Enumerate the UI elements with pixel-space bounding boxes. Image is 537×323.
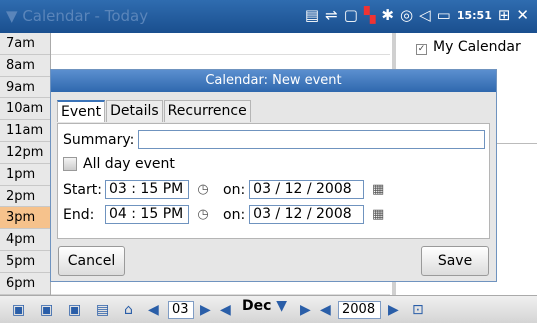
clock-icon[interactable]: ◷ xyxy=(195,182,211,198)
hour-label: 3pm xyxy=(0,207,50,230)
year-field[interactable]: 2008 xyxy=(338,301,381,319)
hour-label: 1pm xyxy=(0,164,50,186)
task-icon[interactable]: ▤ xyxy=(305,6,319,24)
start-on-label: on: xyxy=(223,181,246,198)
tab-recurrence[interactable]: Recurrence xyxy=(163,100,251,122)
end-label: End: xyxy=(63,206,95,223)
hour-column: 7am 8am 9am 10am 11am 12pm 1pm 2pm 3pm 4pm 5pm 6pm xyxy=(0,33,50,295)
window-title[interactable]: ▼ Calendar - Today xyxy=(6,7,148,25)
new-event-dialog: Calendar: New event Event Details Recurr… xyxy=(50,69,497,282)
start-row: Start: 03 : 15 PM ◷ on: 03 / 12 / 2008 ▦ xyxy=(63,180,392,199)
end-on-label: on: xyxy=(223,206,246,223)
hour-label: 11am xyxy=(0,120,50,142)
tab-bar: Event Details Recurrence xyxy=(57,100,252,122)
month-selector[interactable]: Dec ▼ xyxy=(242,298,287,314)
all-day-checkbox[interactable] xyxy=(63,157,77,171)
wifi-icon[interactable]: ◎ xyxy=(400,6,413,24)
checkbox-icon[interactable]: ✓ xyxy=(416,44,427,55)
close-icon[interactable]: ✕ xyxy=(516,6,529,24)
clock[interactable]: 15:51 xyxy=(457,9,492,22)
prev-year-icon[interactable]: ◀ xyxy=(320,302,331,318)
end-time-field[interactable]: 04 : 15 PM xyxy=(105,205,189,224)
summary-label: Summary: xyxy=(63,131,135,148)
status-icons: ▤ ⇌ ▢ ▚ ✱ ◎ ◁ ▭ 15:51 ⊞ ✕ xyxy=(305,6,529,24)
prev-month-icon[interactable]: ◀ xyxy=(220,302,231,318)
calendar-item-my-calendar[interactable]: ✓ My Calendar xyxy=(416,39,521,55)
start-date-field[interactable]: 03 / 12 / 2008 xyxy=(249,180,365,199)
all-day-label: All day event xyxy=(83,156,175,172)
event-panel: Summary: All day event Start: 03 : 15 PM… xyxy=(57,123,490,239)
bluetooth-icon[interactable]: ✱ xyxy=(381,6,394,24)
bottom-toolbar: ▣ ▣ ▣ ▤ ⌂ ◀ 03 ▶ ◀ Dec ▼ ▶ ◀ 2008 ▶ ⊡ xyxy=(0,295,537,323)
week-view-icon[interactable]: ▣ xyxy=(40,302,53,318)
clock-icon[interactable]: ◷ xyxy=(195,207,211,223)
hour-label: 2pm xyxy=(0,186,50,208)
calendar-label: My Calendar xyxy=(433,39,521,55)
summary-row: Summary: xyxy=(63,130,486,149)
hour-label: 5pm xyxy=(0,251,50,273)
status-bar: ▼ Calendar - Today ▤ ⇌ ▢ ▚ ✱ ◎ ◁ ▭ 15:51… xyxy=(0,0,537,33)
hour-slot[interactable] xyxy=(51,53,390,55)
end-date-field[interactable]: 03 / 12 / 2008 xyxy=(249,205,365,224)
tab-details[interactable]: Details xyxy=(106,100,163,122)
save-button[interactable]: Save xyxy=(421,246,489,276)
next-year-icon[interactable]: ▶ xyxy=(388,302,399,318)
window-title-text: Calendar - Today xyxy=(22,7,149,25)
start-label: Start: xyxy=(63,181,102,198)
next-month-icon[interactable]: ▶ xyxy=(300,302,311,318)
calendar-icon[interactable]: ▦ xyxy=(370,182,386,198)
month-label: Dec xyxy=(242,298,272,314)
next-day-icon[interactable]: ▶ xyxy=(200,302,211,318)
list-view-icon[interactable]: ▤ xyxy=(96,302,109,318)
network-icon[interactable]: ⊞ xyxy=(498,6,511,24)
start-time-field[interactable]: 03 : 15 PM xyxy=(105,180,189,199)
hour-label: 6pm xyxy=(0,273,50,295)
window-icon[interactable]: ▢ xyxy=(344,6,358,24)
hour-label: 4pm xyxy=(0,229,50,251)
prev-day-icon[interactable]: ◀ xyxy=(148,302,159,318)
today-icon[interactable]: ⊡ xyxy=(412,302,424,318)
cancel-button[interactable]: Cancel xyxy=(58,246,125,276)
month-view-icon[interactable]: ▣ xyxy=(68,302,81,318)
tab-event[interactable]: Event xyxy=(57,100,106,122)
hour-label: 12pm xyxy=(0,142,50,164)
home-icon[interactable]: ⌂ xyxy=(124,302,133,318)
hour-label: 7am xyxy=(0,33,50,55)
hour-label: 8am xyxy=(0,55,50,77)
signal-icon[interactable]: ▚ xyxy=(364,6,376,24)
hour-label: 9am xyxy=(0,77,50,99)
chevron-down-icon: ▼ xyxy=(276,298,288,314)
end-row: End: 04 : 15 PM ◷ on: 03 / 12 / 2008 ▦ xyxy=(63,205,392,224)
usb-icon[interactable]: ⇌ xyxy=(325,6,338,24)
all-day-row: All day event xyxy=(63,156,175,172)
battery-icon[interactable]: ▭ xyxy=(437,6,451,24)
day-field[interactable]: 03 xyxy=(168,301,194,319)
calendar-icon[interactable]: ▦ xyxy=(370,207,386,223)
day-view-icon[interactable]: ▣ xyxy=(12,302,25,318)
summary-input[interactable] xyxy=(138,130,486,149)
hour-label: 10am xyxy=(0,98,50,121)
dialog-title: Calendar: New event xyxy=(51,70,496,92)
volume-icon[interactable]: ◁ xyxy=(419,6,431,24)
